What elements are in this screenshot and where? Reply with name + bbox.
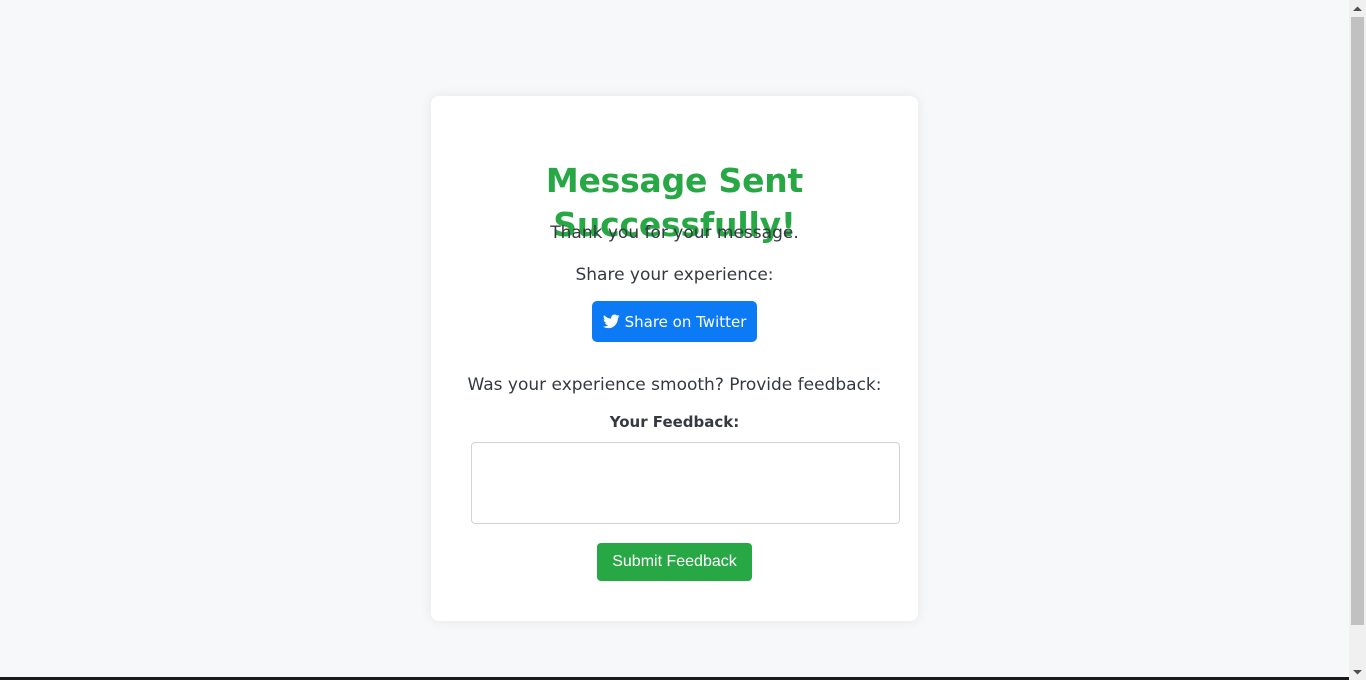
feedback-label: Your Feedback: [609,413,740,431]
success-card: Message Sent Successfully! Thank you for… [431,96,918,621]
twitter-bird-icon [602,314,620,329]
share-prompt: Share your experience: [575,265,774,285]
page-viewport: Message Sent Successfully! Thank you for… [0,0,1349,677]
scroll-down-arrow-icon[interactable] [1349,663,1366,680]
feedback-textarea[interactable] [471,442,900,524]
scrollbar-thumb[interactable] [1351,17,1364,625]
twitter-button-label: Share on Twitter [624,312,747,331]
submit-feedback-button[interactable]: Submit Feedback [597,543,752,581]
feedback-question: Was your experience smooth? Provide feed… [467,375,882,395]
vertical-scrollbar[interactable] [1349,0,1366,680]
scroll-up-arrow-icon[interactable] [1349,0,1366,17]
share-on-twitter-button[interactable]: Share on Twitter [592,301,757,342]
thank-you-text: Thank you for your message. [550,223,799,243]
